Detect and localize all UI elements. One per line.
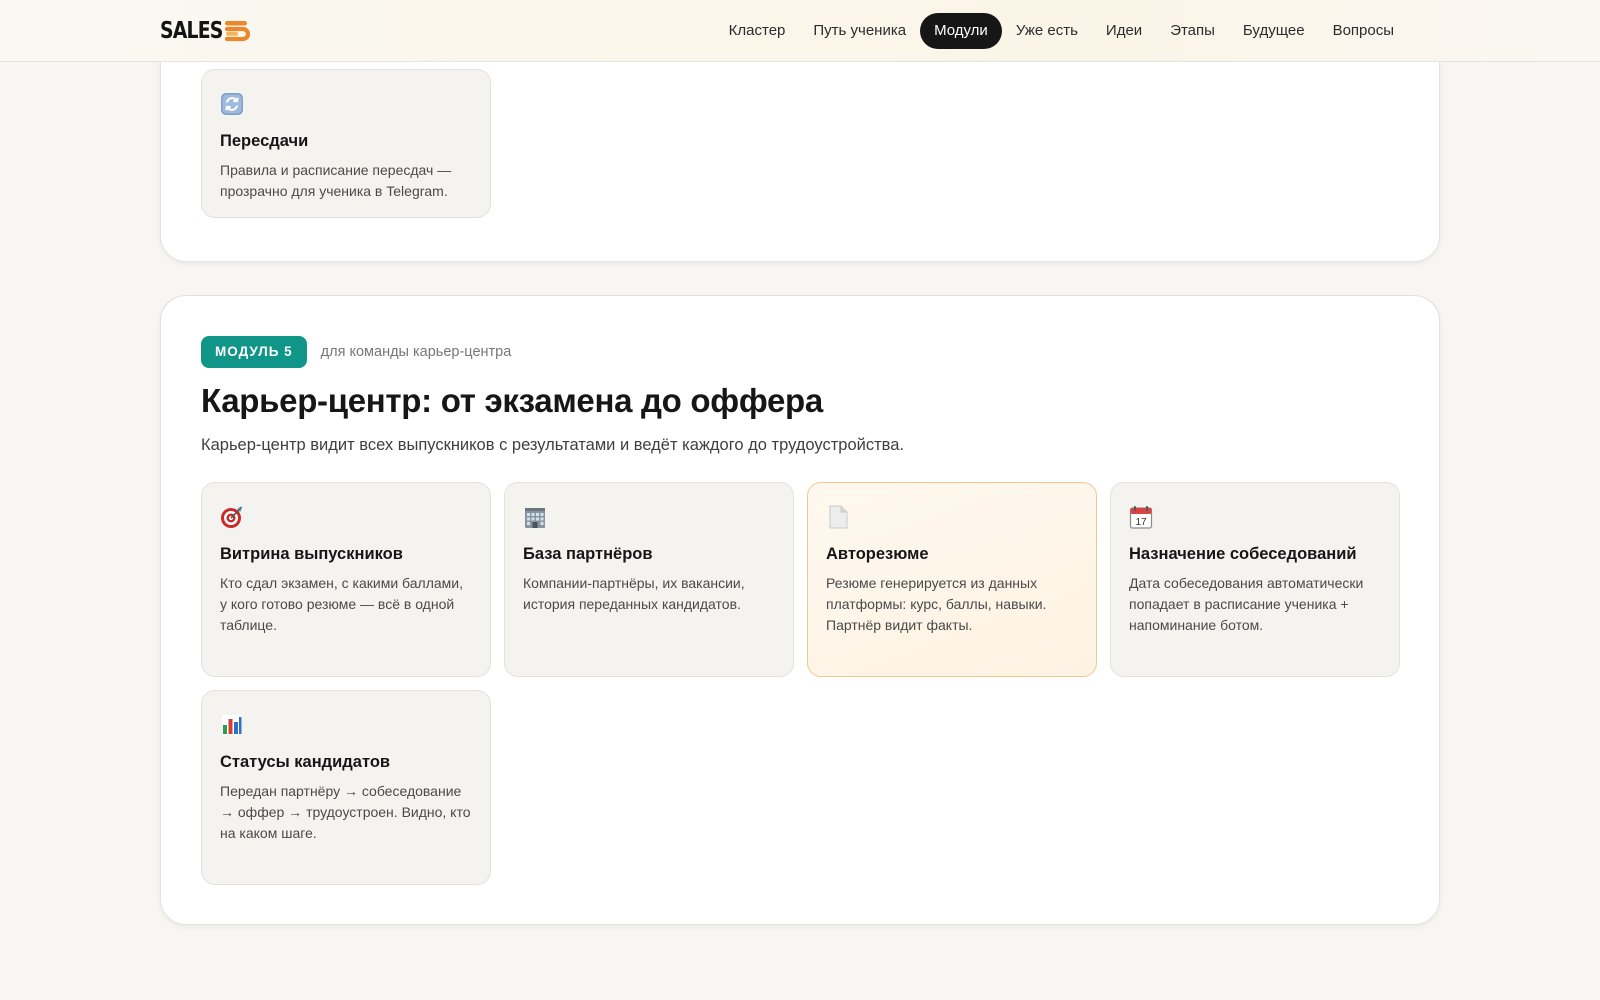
nav-item-modules[interactable]: Модули [920,13,1002,49]
feature-title: Назначение собеседований [1129,545,1357,563]
feature-text: Дата собеседования автоматически попадае… [1129,575,1364,633]
logo-text: SALES [160,18,223,44]
feature-card-interview-scheduling: 17 Назначение собеседований Дата собесед… [1110,482,1400,677]
feature-card-candidate-statuses: Статусы кандидатов Передан партнёру → со… [201,690,491,885]
module-description: Карьер-центр видит всех выпускников с ре… [201,436,904,454]
nav-item-cluster[interactable]: Кластер [715,13,800,49]
feature-text: Резюме генерируется из данных платформы:… [826,575,1047,633]
nav-item-student-path[interactable]: Путь ученика [799,13,920,49]
main-nav: Кластер Путь ученика Модули Уже есть Иде… [715,13,1408,49]
feature-card-auto-resume: Авторезюме Резюме генерируется из данных… [807,482,1097,677]
feature-card-partners-base: База партнёров Компании-партнёры, их вак… [504,482,794,677]
module-header-row: МОДУЛЬ 5 для команды карьер-центра [201,336,511,368]
calendar-day: 17 [1135,517,1147,528]
nav-item-ideas[interactable]: Идеи [1092,13,1156,49]
feature-title: Пересдачи [220,132,309,150]
feature-text: Кто сдал экзамен, с какими баллами, у ко… [220,575,463,633]
module-audience: для команды карьер-центра [320,344,512,360]
feature-card-graduates-showcase: Витрина выпускников Кто сдал экзамен, с … [201,482,491,677]
nav-item-questions[interactable]: Вопросы [1319,13,1408,49]
nav-item-future[interactable]: Будущее [1229,13,1319,49]
top-navigation-bar: SALES Кластер Путь ученика Модули Уже ес… [0,0,1600,62]
feature-card-retakes: Пересдачи Правила и расписание пересдач … [201,69,491,218]
document-icon [829,505,848,529]
feature-title: Статусы кандидатов [220,753,391,771]
feature-text: Передан партнёру → собеседование → оффер… [220,783,471,841]
feature-text: Компании-партнёры, их вакансии, история … [523,575,745,612]
logo[interactable]: SALES [160,16,251,46]
nav-item-existing[interactable]: Уже есть [1002,13,1092,49]
bar-chart-icon [222,715,242,735]
logo-up-mark-icon [225,21,251,42]
refresh-icon [221,93,243,115]
feature-title: База партнёров [523,545,653,563]
module-badge: МОДУЛЬ 5 [201,336,307,368]
feature-text: Правила и расписание пересдач — прозрачн… [220,162,452,199]
target-icon [221,506,242,528]
feature-title: Витрина выпускников [220,545,403,563]
module-title: Карьер-центр: от экзамена до оффера [201,382,823,419]
feature-title: Авторезюме [826,545,929,563]
calendar-icon: 17 [1129,506,1153,529]
module-5-section: МОДУЛЬ 5 для команды карьер-центра Карье… [160,295,1440,925]
building-icon [525,508,545,528]
nav-item-stages[interactable]: Этапы [1156,13,1229,49]
